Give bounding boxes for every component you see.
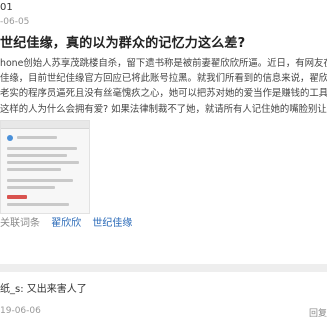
image-text-row (7, 161, 79, 164)
image-text-row (17, 136, 57, 139)
post-card: 01 -06-05 世纪佳缘，真的以为群众的记忆力这么差? hone创始人苏享茂… (0, 0, 327, 264)
image-text-row (7, 203, 69, 206)
comment-user[interactable]: 纸_s (0, 284, 20, 295)
tag-link[interactable]: 世纪佳缘 (92, 218, 132, 229)
related-tags: 关联词条 翟欣欣 世纪佳缘 (0, 214, 140, 229)
post-body-line: 佳缘，目前世纪佳缘官方回应已将此账号拉黑。就我们所看到的信息来说，翟欣欣 (0, 73, 327, 85)
post-body-line: 这样的人为什么会拥有爱? 如果法律制裁不了她，就请所有人记住她的嘴脸别让她 (0, 103, 327, 115)
image-highlight-bar (7, 195, 27, 199)
related-tags-label: 关联词条 (0, 218, 40, 229)
post-user-id[interactable]: 01 (0, 2, 13, 13)
image-text-row (7, 186, 55, 189)
comment-separator: : (20, 284, 24, 295)
comment-date: 19-06-06 (0, 306, 41, 316)
comment-item: 纸_s: 又出来害人了 19-06-06 回复 (0, 272, 327, 327)
post-date: -06-05 (0, 17, 30, 27)
image-text-row (7, 179, 73, 182)
section-divider (0, 264, 327, 272)
avatar-dot (7, 135, 13, 141)
post-body-line: hone创始人苏享茂跳楼自杀，留下遗书称是被前妻翟欣欣所逼。近日，有网友在翟 (0, 58, 327, 69)
reply-button[interactable]: 回复 (309, 306, 327, 319)
comment-line: 纸_s: 又出来害人了 (0, 280, 87, 295)
image-header-bar (1, 121, 89, 129)
image-text-row (7, 147, 77, 150)
tag-link[interactable]: 翟欣欣 (51, 218, 81, 229)
comment-text: 又出来害人了 (26, 284, 87, 295)
post-body: hone创始人苏享茂跳楼自杀，留下遗书称是被前妻翟欣欣所逼。近日，有网友在翟 佳… (0, 56, 327, 117)
post-title: 世纪佳缘，真的以为群众的记忆力这么差? (0, 36, 246, 51)
image-text-row (7, 154, 67, 157)
post-image[interactable] (0, 120, 90, 214)
image-text-row (7, 168, 61, 171)
post-body-line: 老实的程序员逼死且没有丝毫愧疚之心，她可以把苏对她的爱当作是赚钱的工具，她 (0, 88, 327, 100)
